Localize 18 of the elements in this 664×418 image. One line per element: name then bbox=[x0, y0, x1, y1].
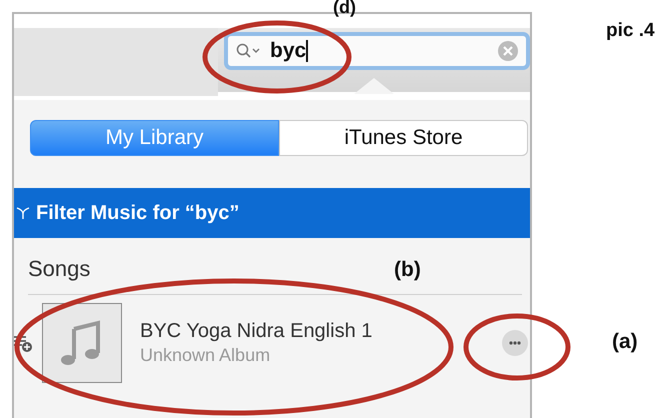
caption: pic .4 bbox=[606, 20, 655, 42]
music-note-icon bbox=[42, 303, 122, 383]
annotation-label: (d) bbox=[333, 0, 356, 18]
popover-arrow bbox=[354, 78, 394, 94]
filter-icon bbox=[16, 206, 30, 220]
search-field[interactable]: byc bbox=[224, 32, 530, 70]
ellipsis-icon bbox=[509, 341, 521, 345]
annotation-label: (a) bbox=[612, 330, 638, 354]
add-to-queue-icon[interactable] bbox=[14, 334, 32, 352]
more-button[interactable] bbox=[502, 330, 528, 356]
search-icon bbox=[236, 43, 262, 59]
segment-tab[interactable]: iTunes Store bbox=[279, 120, 528, 156]
section-title: Songs bbox=[28, 256, 90, 282]
song-title: BYC Yoga Nidra English 1 bbox=[140, 320, 372, 343]
album-name: Unknown Album bbox=[140, 345, 272, 366]
filter-label: Filter Music for “byc” bbox=[36, 202, 240, 224]
filter-bar[interactable]: Filter Music for “byc” bbox=[14, 188, 530, 238]
annotation-label: (b) bbox=[394, 258, 421, 282]
